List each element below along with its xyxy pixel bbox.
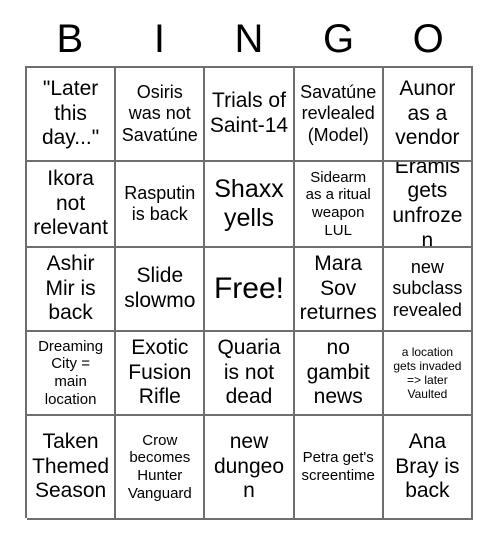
bingo-cell-text: no gambit news	[306, 336, 370, 409]
bingo-cell-r4c5[interactable]: a location gets invaded => later Vaulted	[383, 332, 473, 416]
header-letter-g: G	[323, 17, 355, 61]
bingo-grid: "Later this day..." Osiris was not Savat…	[25, 66, 473, 520]
bingo-cell-r5c2[interactable]: Crow becomes Hunter Vanguard	[116, 416, 206, 520]
bingo-cell-r4c2[interactable]: Exotic Fusion Rifle	[116, 332, 206, 416]
bingo-cell-text: Trials of Saint-14	[209, 89, 289, 137]
bingo-cell-text: Osiris was not Savatúne	[121, 82, 198, 145]
bingo-cell-r1c4[interactable]: Savatúne revlealed (Model)	[294, 68, 384, 162]
bingo-cell-free-space[interactable]: Free!	[205, 248, 295, 332]
header-letter-o: O	[412, 17, 444, 61]
bingo-cell-text: Crow becomes Hunter Vanguard	[127, 431, 192, 502]
bingo-cell-text: Dreaming City = main location	[38, 337, 104, 408]
bingo-cell-r3c5[interactable]: new subclass revealed	[383, 248, 473, 332]
bingo-cell-r5c5[interactable]: Ana Bray is back	[383, 416, 473, 520]
header-letter-b: B	[56, 17, 84, 61]
bingo-cell-r2c1[interactable]: Ikora not relevant	[27, 162, 117, 248]
bingo-cell-text: Sidearm as a ritual weapon LUL	[305, 168, 371, 239]
bingo-cell-text: new dungeon	[213, 430, 285, 503]
bingo-cell-text: Mara Sov returnes	[299, 252, 377, 325]
bingo-cell-r3c2[interactable]: Slide slowmo	[116, 248, 206, 332]
bingo-cell-text: Free!	[213, 272, 284, 306]
bingo-cell-r3c4[interactable]: Mara Sov returnes	[294, 248, 384, 332]
bingo-cell-r5c1[interactable]: Taken Themed Season	[27, 416, 117, 520]
bingo-cell-text: "Later this day..."	[41, 77, 100, 150]
bingo-cell-r4c3[interactable]: Quaria is not dead	[205, 332, 295, 416]
bingo-cell-r5c4[interactable]: Petra get's screentime	[294, 416, 384, 520]
bingo-cell-text: a location gets invaded => later Vaulted	[393, 344, 462, 402]
bingo-header-letters: B I N G O	[25, 14, 473, 64]
bingo-cell-r4c4[interactable]: no gambit news	[294, 332, 384, 416]
bingo-card: B I N G O "Later this day..." Osiris was…	[0, 0, 500, 544]
header-letter-i: I	[153, 17, 165, 61]
bingo-cell-r1c1[interactable]: "Later this day..."	[27, 68, 117, 162]
bingo-cell-r1c3[interactable]: Trials of Saint-14	[205, 68, 295, 162]
bingo-cell-r5c3[interactable]: new dungeon	[205, 416, 295, 520]
bingo-cell-text: Shaxx yells	[214, 174, 284, 232]
bingo-cell-r2c5[interactable]: Eramis gets unfrozen	[383, 162, 473, 248]
bingo-cell-r2c2[interactable]: Rasputin is back	[116, 162, 206, 248]
bingo-cell-text: Slide slowmo	[124, 264, 196, 312]
bingo-cell-text: Petra get's screentime	[301, 449, 375, 484]
bingo-cell-r4c1[interactable]: Dreaming City = main location	[27, 332, 117, 416]
bingo-cell-text: Ana Bray is back	[395, 430, 460, 503]
bingo-cell-text: Quaria is not dead	[217, 336, 281, 409]
bingo-cell-text: Eramis gets unfrozen	[392, 162, 463, 248]
bingo-cell-text: Aunor as a vendor	[395, 77, 460, 150]
bingo-cell-text: Rasputin is back	[124, 182, 196, 224]
bingo-cell-r1c5[interactable]: Aunor as a vendor	[383, 68, 473, 162]
bingo-cell-r2c4[interactable]: Sidearm as a ritual weapon LUL	[294, 162, 384, 248]
bingo-cell-text: Exotic Fusion Rifle	[128, 336, 192, 409]
bingo-cell-r2c3[interactable]: Shaxx yells	[205, 162, 295, 248]
bingo-cell-text: Taken Themed Season	[32, 430, 110, 503]
bingo-cell-text: Ikora not relevant	[33, 167, 108, 240]
bingo-cell-r3c1[interactable]: Ashir Mir is back	[27, 248, 117, 332]
bingo-cell-text: new subclass revealed	[392, 257, 463, 320]
bingo-cell-text: Ashir Mir is back	[45, 252, 96, 325]
bingo-cell-text: Savatúne revlealed (Model)	[300, 82, 377, 145]
header-letter-n: N	[234, 17, 264, 61]
bingo-cell-r1c2[interactable]: Osiris was not Savatúne	[116, 68, 206, 162]
